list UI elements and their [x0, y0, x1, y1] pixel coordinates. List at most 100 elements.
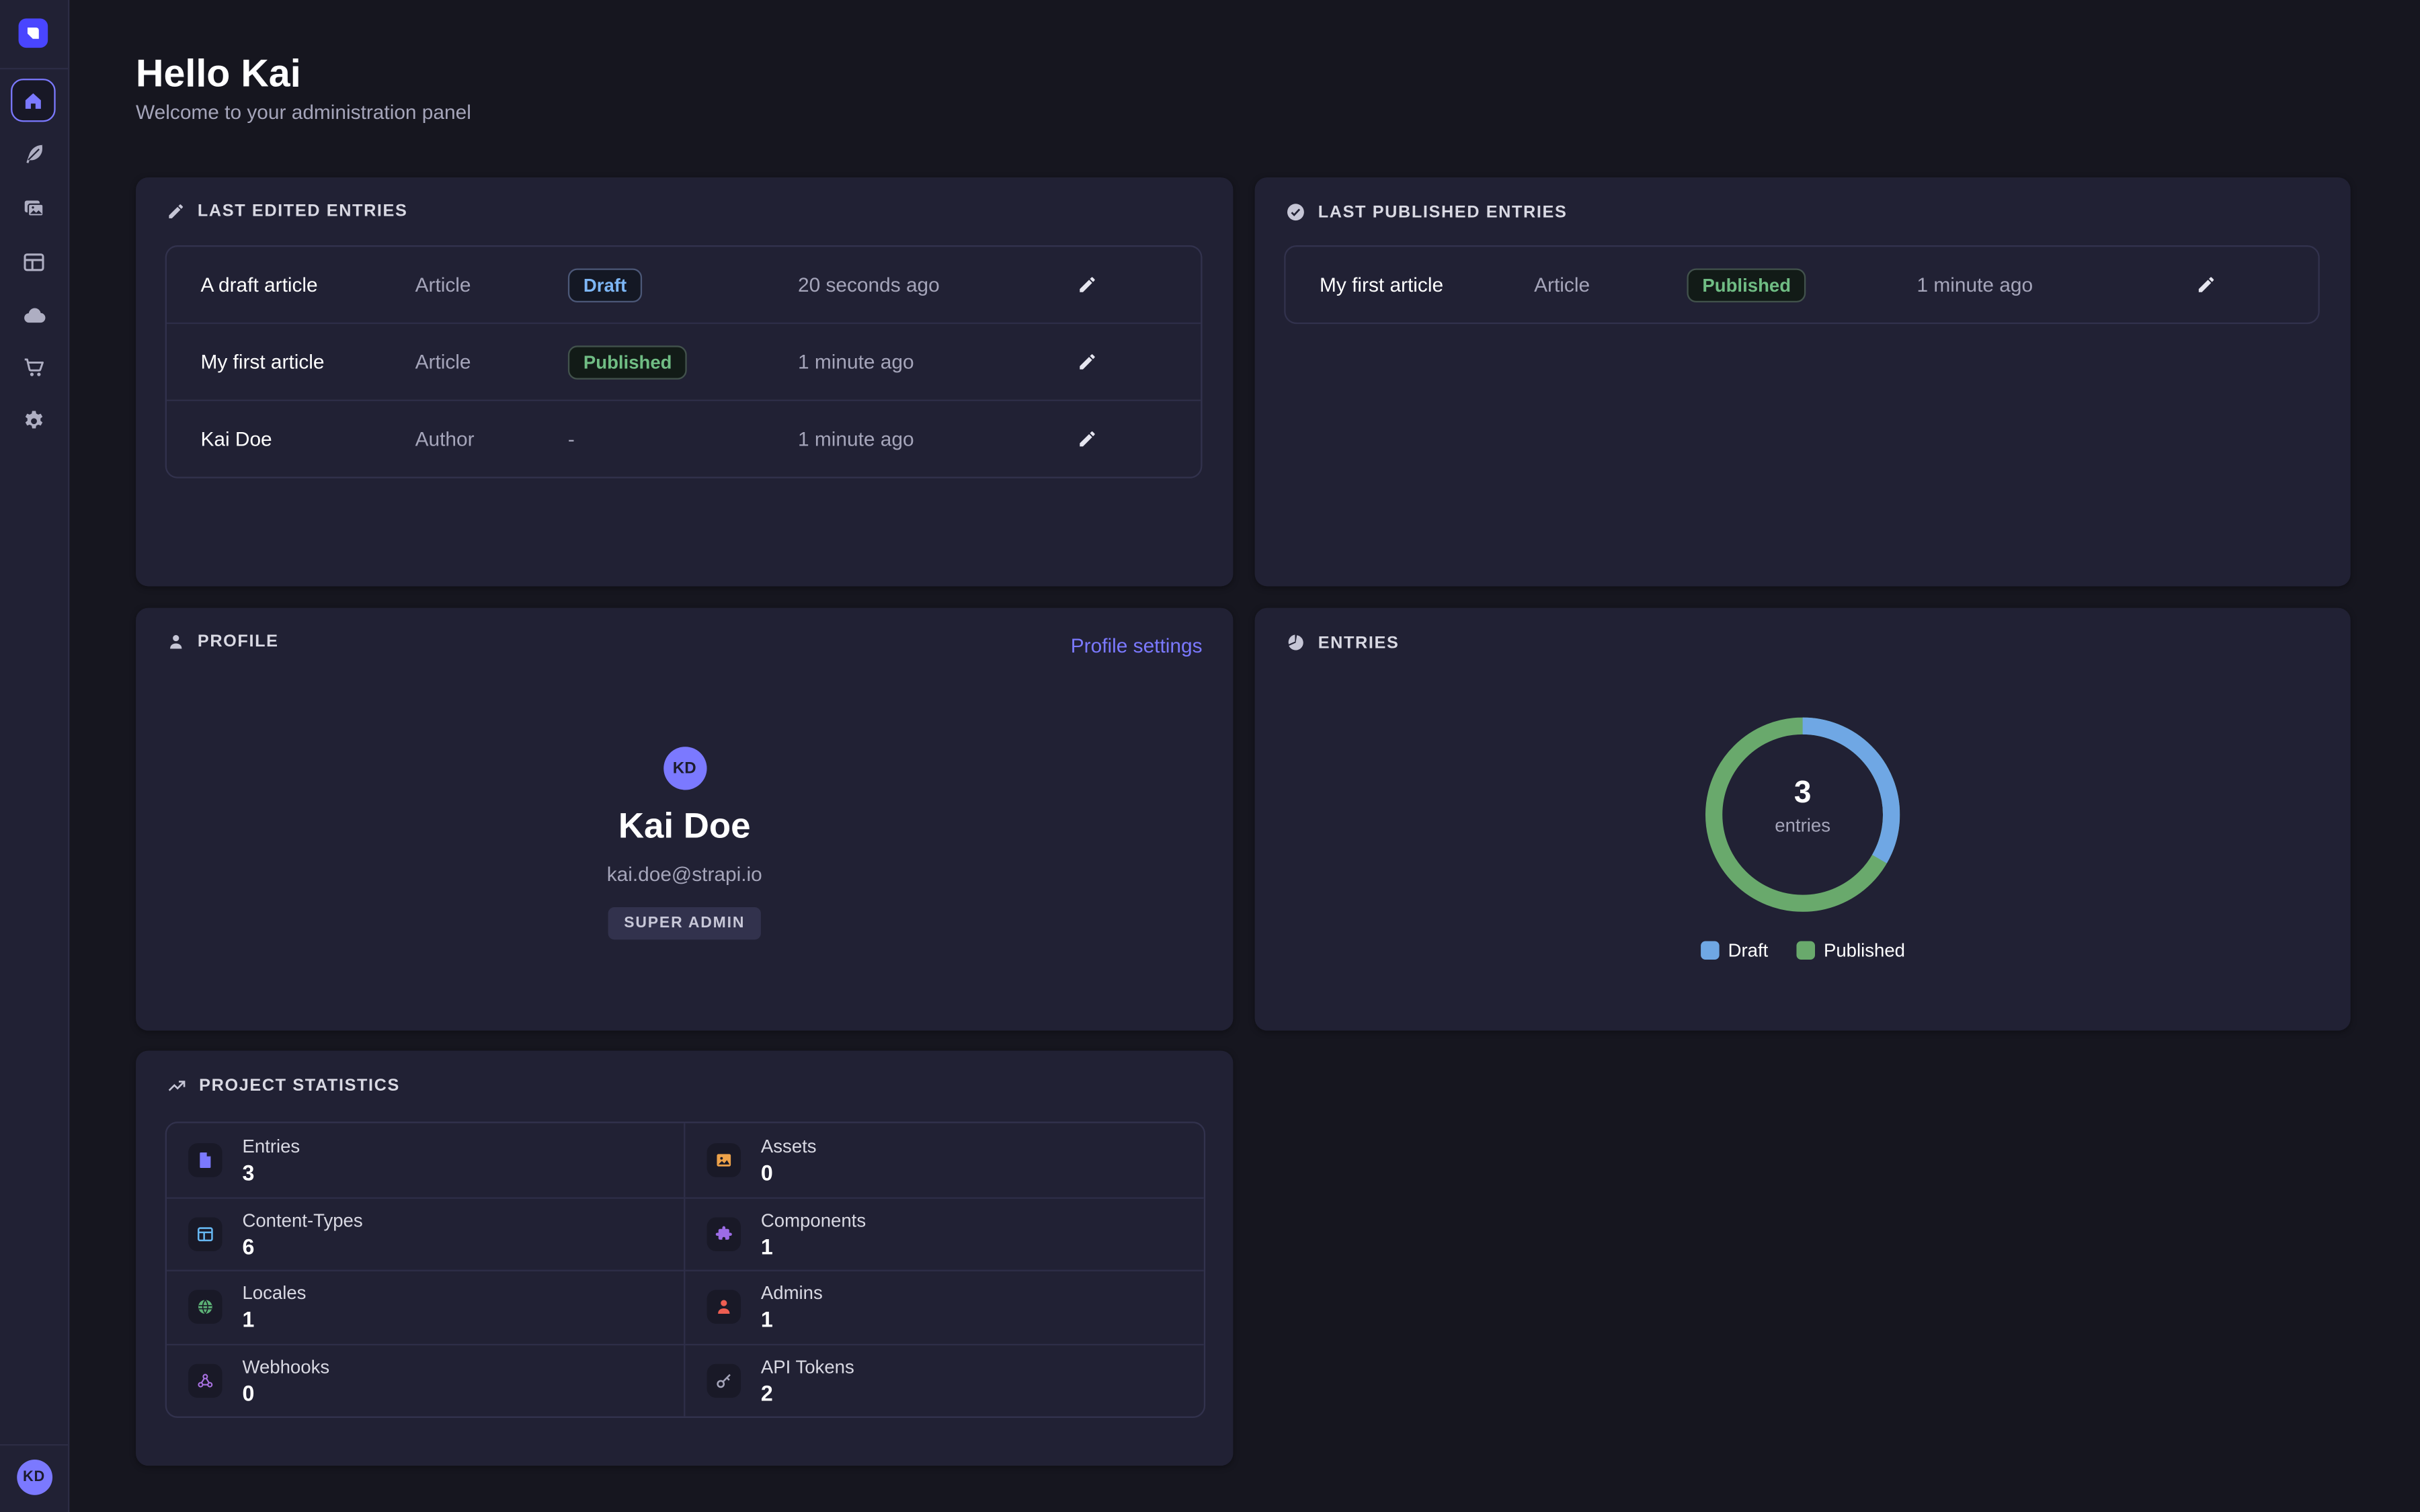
- sidebar-item-content-type-builder[interactable]: [0, 239, 68, 286]
- stat-admins: Admins 1: [685, 1270, 1203, 1343]
- key-icon: [707, 1363, 741, 1398]
- widget-title: LAST PUBLISHED ENTRIES: [1318, 203, 1568, 222]
- edit-entry-button[interactable]: [1055, 275, 1117, 295]
- stat-label: API Tokens: [761, 1356, 854, 1378]
- layout-icon: [22, 250, 46, 275]
- stat-value: 3: [242, 1160, 254, 1185]
- stat-value: 1: [242, 1307, 254, 1332]
- profile-email: kai.doe@strapi.io: [607, 862, 762, 885]
- profile-avatar: KD: [663, 747, 706, 790]
- stat-label: Locales: [242, 1282, 306, 1304]
- gear-icon: [22, 409, 46, 433]
- entry-time: 1 minute ago: [1917, 273, 2175, 296]
- page-title: Hello Kai: [136, 52, 301, 97]
- stat-value: 0: [242, 1380, 254, 1405]
- sidebar-item-content-manager[interactable]: [0, 131, 68, 177]
- widget-title: PROJECT STATISTICS: [199, 1076, 400, 1095]
- widget-title: ENTRIES: [1318, 633, 1400, 652]
- user-avatar[interactable]: KD: [16, 1460, 52, 1495]
- stat-entries: Entries 3: [167, 1123, 685, 1196]
- sidebar-item-media-library[interactable]: [0, 185, 68, 232]
- feather-icon: [22, 142, 46, 167]
- entry-type: Article: [1534, 273, 1687, 296]
- puzzle-icon: [707, 1217, 741, 1251]
- widget-project-statistics: PROJECT STATISTICS Entries 3 Assets 0 Cont…: [136, 1051, 1233, 1466]
- widget-title: PROFILE: [198, 632, 279, 651]
- strapi-logo-icon: [25, 25, 42, 42]
- stat-api-tokens: API Tokens2: [685, 1343, 1203, 1417]
- profile-settings-link[interactable]: Profile settings: [1071, 634, 1203, 657]
- home-icon: [22, 89, 44, 112]
- sidebar-item-settings[interactable]: [0, 398, 68, 444]
- stat-value: 0: [761, 1160, 773, 1185]
- edit-entry-button[interactable]: [1055, 429, 1117, 449]
- table-row[interactable]: A draft article Article Draft 20 seconds…: [167, 247, 1201, 323]
- status-badge: Published: [568, 345, 688, 379]
- entry-time: 20 seconds ago: [798, 273, 1055, 296]
- person-icon: [167, 632, 186, 651]
- last-published-table: My first article Article Published 1 min…: [1284, 245, 2320, 324]
- statistics-grid: Entries 3 Assets 0 Content-Types6 Componen…: [165, 1122, 1205, 1418]
- stat-webhooks: Webhooks0: [167, 1343, 685, 1417]
- webhook-icon: [188, 1363, 223, 1398]
- strapi-logo-button[interactable]: [19, 19, 48, 48]
- entries-total: 3: [1705, 776, 1900, 810]
- status-badge: Published: [1687, 267, 1806, 302]
- profile-role-badge: SUPER ADMIN: [608, 907, 760, 939]
- sidebar-item-home[interactable]: [11, 79, 56, 122]
- sidebar-item-deploy[interactable]: [0, 292, 68, 338]
- file-icon: [188, 1143, 223, 1177]
- pencil-icon: [167, 202, 186, 221]
- entry-time: 1 minute ago: [798, 427, 1055, 450]
- stat-components: Components1: [685, 1196, 1203, 1269]
- stat-value: 1: [761, 1307, 773, 1332]
- legend-item-draft: Draft: [1700, 939, 1768, 961]
- layout-icon: [188, 1217, 223, 1251]
- image-icon: [707, 1143, 741, 1177]
- edit-entry-button[interactable]: [1055, 351, 1117, 372]
- stat-assets: Assets 0: [685, 1123, 1203, 1196]
- entry-time: 1 minute ago: [798, 350, 1055, 373]
- check-circle-icon: [1286, 202, 1306, 222]
- entry-type: Article: [415, 273, 568, 296]
- entry-title: A draft article: [200, 273, 415, 296]
- last-edited-table: A draft article Article Draft 20 seconds…: [165, 245, 1203, 478]
- stat-label: Admins: [761, 1282, 823, 1304]
- globe-icon: [188, 1290, 223, 1325]
- stat-label: Webhooks: [242, 1356, 329, 1378]
- legend-chip-draft: [1700, 941, 1719, 960]
- stat-label: Entries: [242, 1135, 300, 1157]
- entry-type: Article: [415, 350, 568, 373]
- entry-type: Author: [415, 427, 568, 450]
- trend-up-icon: [167, 1075, 187, 1095]
- widget-last-published-entries: LAST PUBLISHED ENTRIES My first article …: [1255, 177, 2351, 586]
- stat-content-types: Content-Types6: [167, 1196, 685, 1269]
- table-row[interactable]: My first article Article Published 1 min…: [1286, 247, 2318, 323]
- pie-chart-icon: [1286, 632, 1306, 653]
- legend-chip-published: [1796, 941, 1815, 960]
- entry-title: Kai Doe: [200, 427, 415, 450]
- stat-label: Components: [761, 1209, 866, 1230]
- sidebar-divider-top: [0, 68, 68, 69]
- table-row[interactable]: Kai Doe Author - 1 minute ago: [167, 400, 1201, 477]
- images-icon: [22, 196, 46, 221]
- stat-label: Assets: [761, 1135, 817, 1157]
- page-subtitle: Welcome to your administration panel: [136, 100, 471, 123]
- widget-entries-chart: ENTRIES 3 entries Draft Published: [1255, 608, 2351, 1031]
- widget-title: LAST EDITED ENTRIES: [198, 202, 408, 221]
- stat-value: 6: [242, 1234, 254, 1259]
- cloud-icon: [21, 302, 47, 328]
- strapi-admin-dashboard: KD Hello Kai Welcome to your administrat…: [0, 0, 2420, 1512]
- stat-value: 2: [761, 1380, 773, 1405]
- sidebar: KD: [0, 0, 69, 1512]
- entry-title: My first article: [200, 350, 415, 373]
- entry-title: My first article: [1320, 273, 1534, 296]
- status-empty: -: [568, 427, 798, 450]
- table-row[interactable]: My first article Article Published 1 min…: [167, 323, 1201, 400]
- entries-unit: entries: [1705, 814, 1900, 836]
- sidebar-item-marketplace[interactable]: [0, 344, 68, 390]
- status-badge: Draft: [568, 267, 642, 302]
- legend-label: Draft: [1728, 939, 1769, 961]
- profile-name: Kai Doe: [618, 805, 751, 847]
- edit-entry-button[interactable]: [2175, 275, 2236, 295]
